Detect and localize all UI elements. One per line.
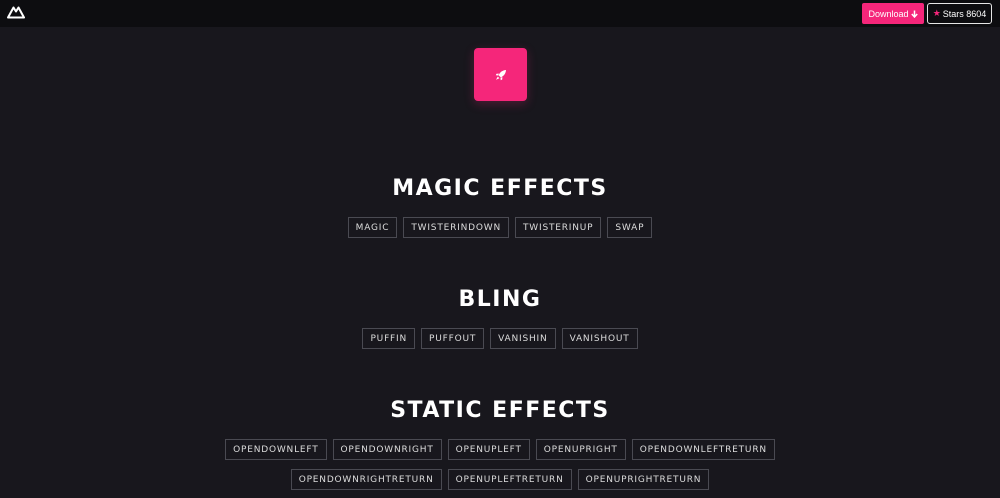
effect-button-opendownright[interactable]: OPENDOWNRIGHT: [332, 439, 442, 460]
effect-button-twisterinup[interactable]: TWISTERINUP: [515, 217, 602, 238]
section-title-magic-effects: MAGIC EFFECTS: [392, 176, 608, 201]
star-icon: ★: [932, 8, 941, 18]
static-effects-buttons-row-1: OPENDOWNLEFT OPENDOWNRIGHT OPENUPLEFT OP…: [0, 439, 1000, 460]
effect-button-vanishout[interactable]: VANISHOUT: [561, 328, 638, 349]
rocket-icon: [495, 69, 506, 80]
section-title-static-effects: STATIC EFFECTS: [390, 398, 610, 423]
static-effects-buttons-row-2: OPENDOWNRIGHTRETURN OPENUPLEFTRETURN OPE…: [0, 469, 1000, 490]
rocket-icon-tile: [474, 48, 527, 101]
section-title-bling: BLING: [458, 287, 542, 312]
effect-button-openupleftreturn[interactable]: OPENUPLEFTRETURN: [447, 469, 572, 490]
effect-button-opendownleft[interactable]: OPENDOWNLEFT: [225, 439, 327, 460]
download-label: Download: [868, 8, 909, 19]
effect-button-vanishin[interactable]: VANISHIN: [490, 328, 556, 349]
effect-button-openupleft[interactable]: OPENUPLEFT: [447, 439, 530, 460]
stars-label: Stars 8604: [942, 8, 987, 19]
effect-button-puffout[interactable]: PUFFOUT: [421, 328, 485, 349]
effect-button-opendownleftreturn[interactable]: OPENDOWNLEFTRETURN: [631, 439, 775, 460]
logo-mountain-icon[interactable]: [7, 5, 25, 19]
magic-effects-buttons: MAGIC TWISTERINDOWN TWISTERINUP SWAP: [0, 217, 1000, 238]
bling-buttons: PUFFIN PUFFOUT VANISHIN VANISHOUT: [0, 328, 1000, 349]
effect-button-swap[interactable]: SWAP: [607, 217, 653, 238]
effect-button-twisterindown[interactable]: TWISTERINDOWN: [403, 217, 509, 238]
effect-button-openuprightreturn[interactable]: OPENUPRIGHTRETURN: [577, 469, 710, 490]
effect-button-openupright[interactable]: OPENUPRIGHT: [535, 439, 626, 460]
effect-button-opendownrightreturn[interactable]: OPENDOWNRIGHTRETURN: [290, 469, 442, 490]
arrow-down-icon: [910, 10, 918, 18]
download-button[interactable]: Download: [862, 3, 924, 24]
github-stars-button[interactable]: ★ Stars 8604: [927, 3, 992, 24]
effect-button-puffin[interactable]: PUFFIN: [362, 328, 416, 349]
top-navbar: Download ★ Stars 8604: [0, 0, 1000, 27]
effect-button-magic[interactable]: MAGIC: [347, 217, 398, 238]
